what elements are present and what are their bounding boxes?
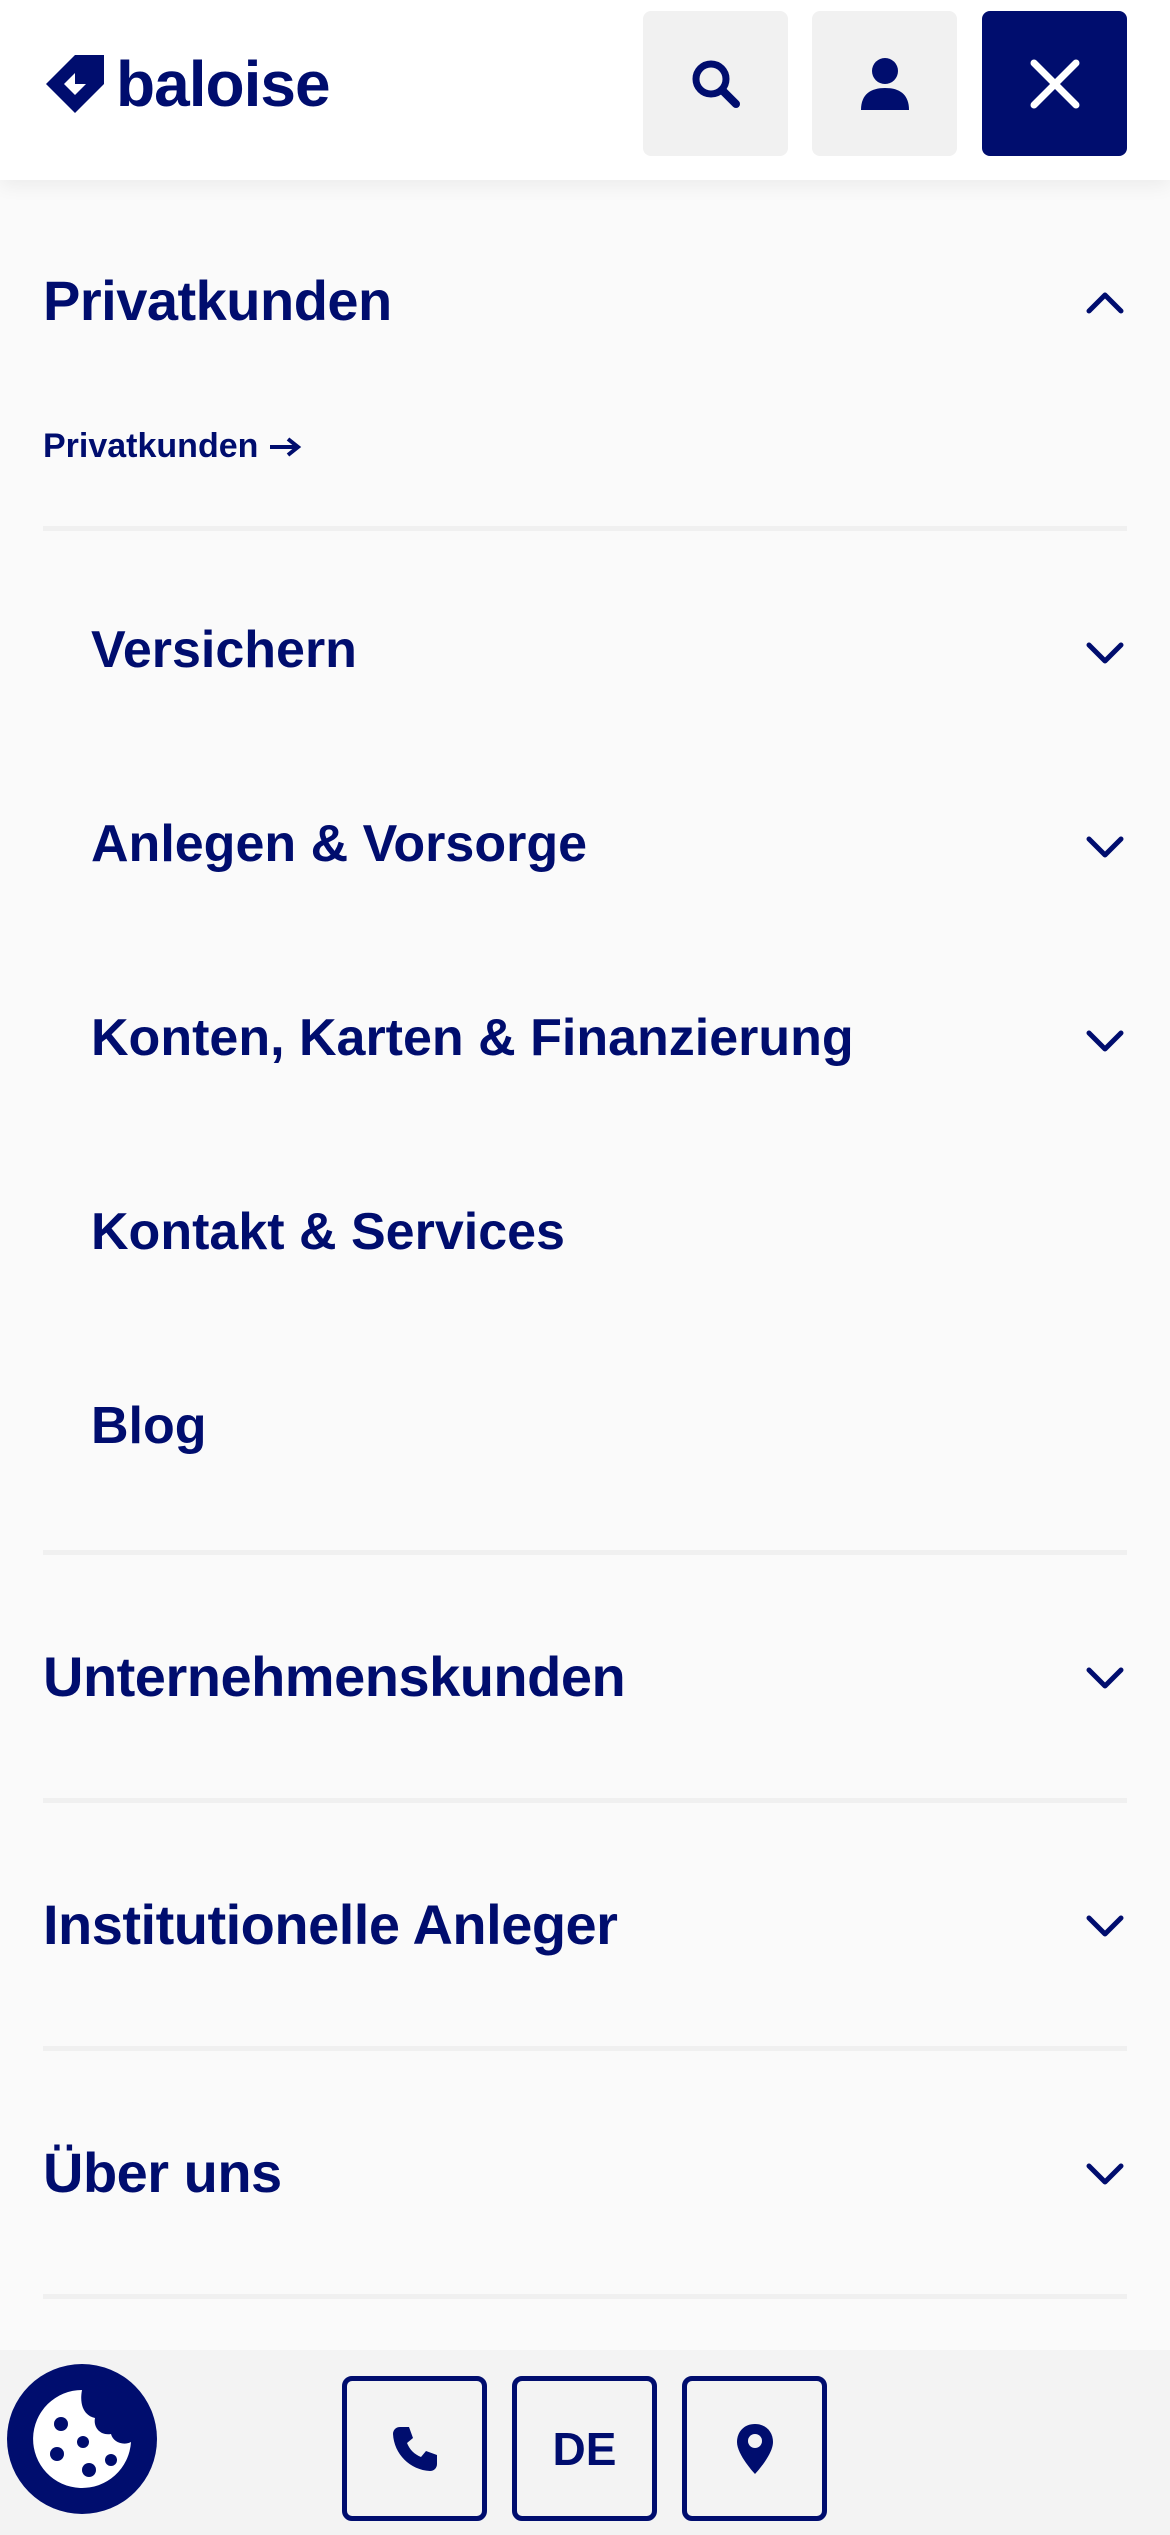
logo-text: baloise xyxy=(116,48,331,120)
cookie-settings-button[interactable] xyxy=(7,2364,157,2514)
cookie-icon xyxy=(33,2390,131,2488)
divider xyxy=(43,2046,1127,2051)
chevron-down-icon[interactable] xyxy=(1085,2154,1125,2194)
chevron-up-icon[interactable] xyxy=(1085,283,1125,323)
location-button[interactable] xyxy=(682,2376,827,2521)
close-icon xyxy=(1030,59,1079,108)
chevron-down-icon[interactable] xyxy=(1085,1906,1125,1946)
user-icon xyxy=(860,57,909,110)
location-pin-icon xyxy=(736,2423,773,2474)
language-label: DE xyxy=(552,2422,617,2475)
privatkunden-overview-link[interactable]: Privatkunden xyxy=(43,427,302,466)
chevron-down-icon[interactable] xyxy=(1085,633,1125,673)
submenu-item-blog[interactable]: Blog xyxy=(91,1396,207,1456)
search-icon xyxy=(692,60,740,108)
language-switcher-button[interactable]: DE xyxy=(512,2376,657,2521)
divider xyxy=(43,2294,1127,2299)
logo-diamond-icon xyxy=(46,55,104,113)
submenu-item-versichern[interactable]: Versichern xyxy=(91,620,357,680)
divider xyxy=(43,1798,1127,1803)
chevron-down-icon[interactable] xyxy=(1085,1658,1125,1698)
menu-section-institutionelle-anleger[interactable]: Institutionelle Anleger xyxy=(43,1892,618,1957)
divider xyxy=(43,1550,1127,1555)
submenu-item-anlegen-vorsorge[interactable]: Anlegen & Vorsorge xyxy=(91,814,587,874)
account-button[interactable] xyxy=(812,11,957,156)
phone-icon xyxy=(392,2426,437,2471)
menu-section-ueber-uns[interactable]: Über uns xyxy=(43,2140,282,2205)
close-menu-button[interactable] xyxy=(982,11,1127,156)
menu-section-privatkunden[interactable]: Privatkunden xyxy=(43,268,392,333)
menu-section-unternehmenskunden[interactable]: Unternehmenskunden xyxy=(43,1644,626,1709)
divider xyxy=(43,526,1127,531)
chevron-down-icon[interactable] xyxy=(1085,827,1125,867)
submenu-item-konten-karten-finanzierung[interactable]: Konten, Karten & Finanzierung xyxy=(91,1008,854,1068)
baloise-logo[interactable]: baloise xyxy=(44,48,331,120)
phone-button[interactable] xyxy=(342,2376,487,2521)
header: baloise xyxy=(0,0,1170,180)
submenu-item-kontakt-services[interactable]: Kontakt & Services xyxy=(91,1202,565,1262)
search-button[interactable] xyxy=(643,11,788,156)
chevron-down-icon[interactable] xyxy=(1085,1021,1125,1061)
overview-link-label: Privatkunden xyxy=(43,427,259,465)
arrow-right-icon xyxy=(270,436,302,457)
